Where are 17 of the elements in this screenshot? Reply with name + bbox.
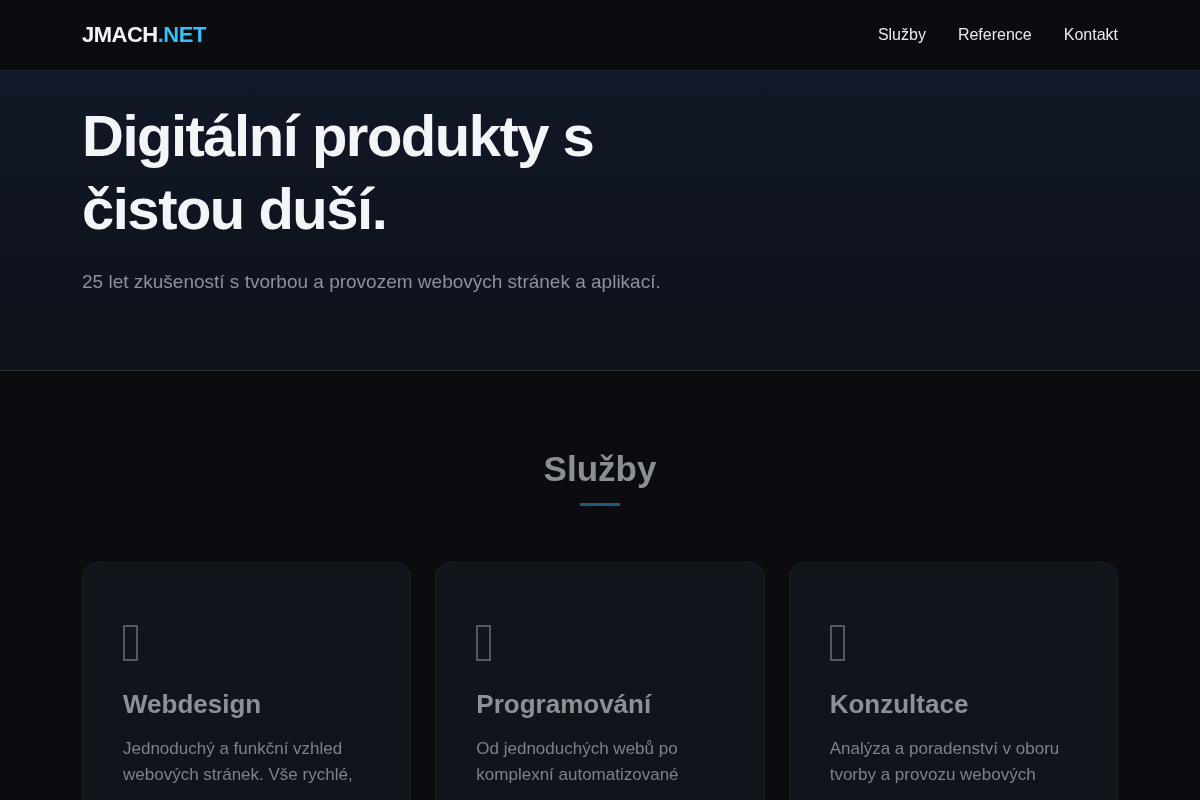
nav-link[interactable]: Reference	[957, 26, 1032, 44]
card-text: Jednoduchý a funkční vzhled webových stránek. Vše rychlé,	[123, 738, 354, 786]
card-title: Webdesign	[123, 689, 263, 720]
card-title: Programování	[476, 689, 653, 720]
card-text: Od jednoduchých webů po komplexní automatizované	[476, 738, 680, 786]
card-text: Analýza a poradenství v oboru tvorby a provozu webových	[829, 738, 1061, 786]
box-icon	[476, 625, 492, 661]
box-icon	[123, 625, 138, 661]
site-logo[interactable]: JMACH.NET	[82, 22, 206, 48]
box-icon	[829, 625, 845, 661]
card-title: Konzultace	[829, 689, 970, 720]
section-title: Služby	[543, 449, 657, 489]
nav-link[interactable]: Kontakt	[1063, 26, 1118, 44]
hero-title: Digitální produkty s čistou duší.	[82, 102, 595, 243]
hero-subtitle: 25 let zkušeností s tvorbou a provozem webových stránek a aplikací.	[82, 271, 662, 293]
title-underline	[580, 503, 620, 506]
nav-link[interactable]: Služby	[877, 26, 926, 44]
